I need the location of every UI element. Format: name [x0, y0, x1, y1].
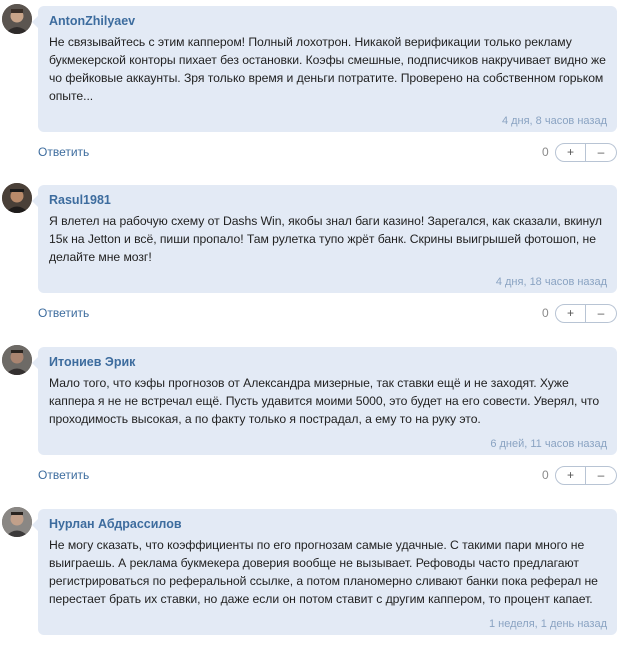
vote-score: 0	[542, 145, 549, 159]
upvote-button[interactable]: +	[555, 304, 586, 323]
comment-time: 1 неделя, 1 день назад	[488, 618, 607, 630]
downvote-button[interactable]: –	[586, 304, 617, 323]
avatar[interactable]	[2, 4, 32, 34]
avatar[interactable]	[2, 507, 32, 537]
upvote-button[interactable]: +	[555, 143, 586, 162]
comment-bubble: AntonZhilyaev Не связывайтесь с этим кап…	[32, 6, 617, 132]
avatar[interactable]	[2, 183, 32, 213]
comment-actions: Ответить 0 + –	[0, 304, 624, 324]
downvote-button[interactable]: –	[586, 143, 617, 162]
comments-list: AntonZhilyaev Не связывайтесь с этим кап…	[0, 0, 624, 645]
comment-text: Не связывайтесь с этим каппером! Полный …	[49, 35, 606, 103]
downvote-button[interactable]: –	[586, 466, 617, 485]
comment-time: 4 дня, 18 часов назад	[495, 276, 607, 288]
comment-text: Мало того, что кэфы прогнозов от Алексан…	[49, 376, 600, 426]
comment-time: 6 дней, 11 часов назад	[490, 438, 607, 450]
vote-score: 0	[542, 306, 549, 320]
comment-bubble: Итониев Эрик Мало того, что кэфы прогноз…	[32, 347, 617, 455]
comment-author[interactable]: Нурлан Абдрассилов	[49, 517, 606, 536]
comment-bubble: Нурлан Абдрассилов Не могу сказать, что …	[32, 509, 617, 635]
comment-text: Я влетел на рабочую схему от Dashs Win, …	[49, 214, 602, 264]
comment-bubble: Rasul1981 Я влетел на рабочую схему от D…	[32, 185, 617, 293]
reply-link[interactable]: Ответить	[38, 306, 89, 320]
comment-actions: Ответить 0 + –	[0, 143, 624, 163]
comment-author[interactable]: Итониев Эрик	[49, 355, 606, 374]
reply-link[interactable]: Ответить	[38, 145, 89, 159]
comment-time: 4 дня, 8 часов назад	[501, 115, 607, 127]
comment-author[interactable]: AntonZhilyaev	[49, 14, 606, 33]
comment-author[interactable]: Rasul1981	[49, 193, 606, 212]
vote-score: 0	[542, 468, 549, 482]
comment-text: Не могу сказать, что коэффициенты по его…	[49, 538, 598, 606]
reply-link[interactable]: Ответить	[38, 468, 89, 482]
comment-actions: Ответить 0 + –	[0, 466, 624, 486]
upvote-button[interactable]: +	[555, 466, 586, 485]
avatar[interactable]	[2, 345, 32, 375]
